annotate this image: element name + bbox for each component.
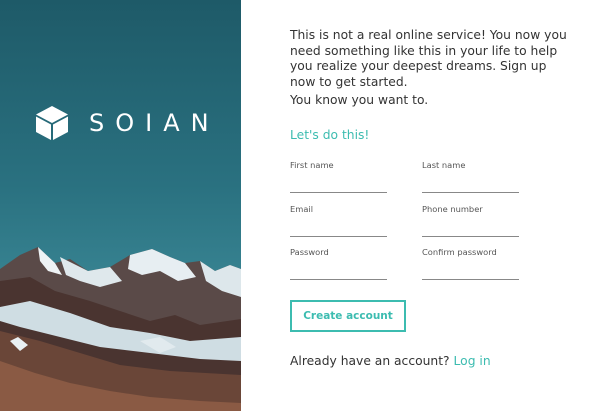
first-name-input[interactable] bbox=[290, 177, 387, 193]
phone-label: Phone number bbox=[422, 204, 483, 214]
intro-paragraph: This is not a real online service! You n… bbox=[290, 28, 567, 89]
password-label: Password bbox=[290, 247, 329, 257]
brand: SOIAN bbox=[35, 105, 220, 141]
confirm-password-label: Confirm password bbox=[422, 247, 497, 257]
phone-input[interactable] bbox=[422, 221, 519, 237]
last-name-field: Last name bbox=[422, 159, 519, 193]
login-row: Already have an account? Log in bbox=[290, 354, 491, 368]
email-label: Email bbox=[290, 204, 314, 214]
confirm-password-field: Confirm password bbox=[422, 246, 519, 280]
password-field: Password bbox=[290, 246, 387, 280]
last-name-input[interactable] bbox=[422, 177, 519, 193]
cta-heading: Let's do this! bbox=[290, 128, 370, 142]
cube-icon bbox=[36, 106, 68, 140]
signup-panel: This is not a real online service! You n… bbox=[290, 0, 590, 411]
login-prompt: Already have an account? bbox=[290, 354, 450, 368]
create-account-button[interactable]: Create account bbox=[290, 300, 406, 332]
email-input[interactable] bbox=[290, 221, 387, 237]
first-name-field: First name bbox=[290, 159, 387, 193]
last-name-label: Last name bbox=[422, 160, 466, 170]
login-link[interactable]: Log in bbox=[454, 354, 491, 368]
confirm-password-input[interactable] bbox=[422, 264, 519, 280]
email-field: Email bbox=[290, 203, 387, 237]
brand-wordmark: SOIAN bbox=[89, 109, 220, 137]
tagline: You know you want to. bbox=[290, 93, 429, 107]
phone-field: Phone number bbox=[422, 203, 519, 237]
mountain-image bbox=[0, 247, 241, 411]
first-name-label: First name bbox=[290, 160, 334, 170]
hero-panel: SOIAN bbox=[0, 0, 241, 411]
password-input[interactable] bbox=[290, 264, 387, 280]
